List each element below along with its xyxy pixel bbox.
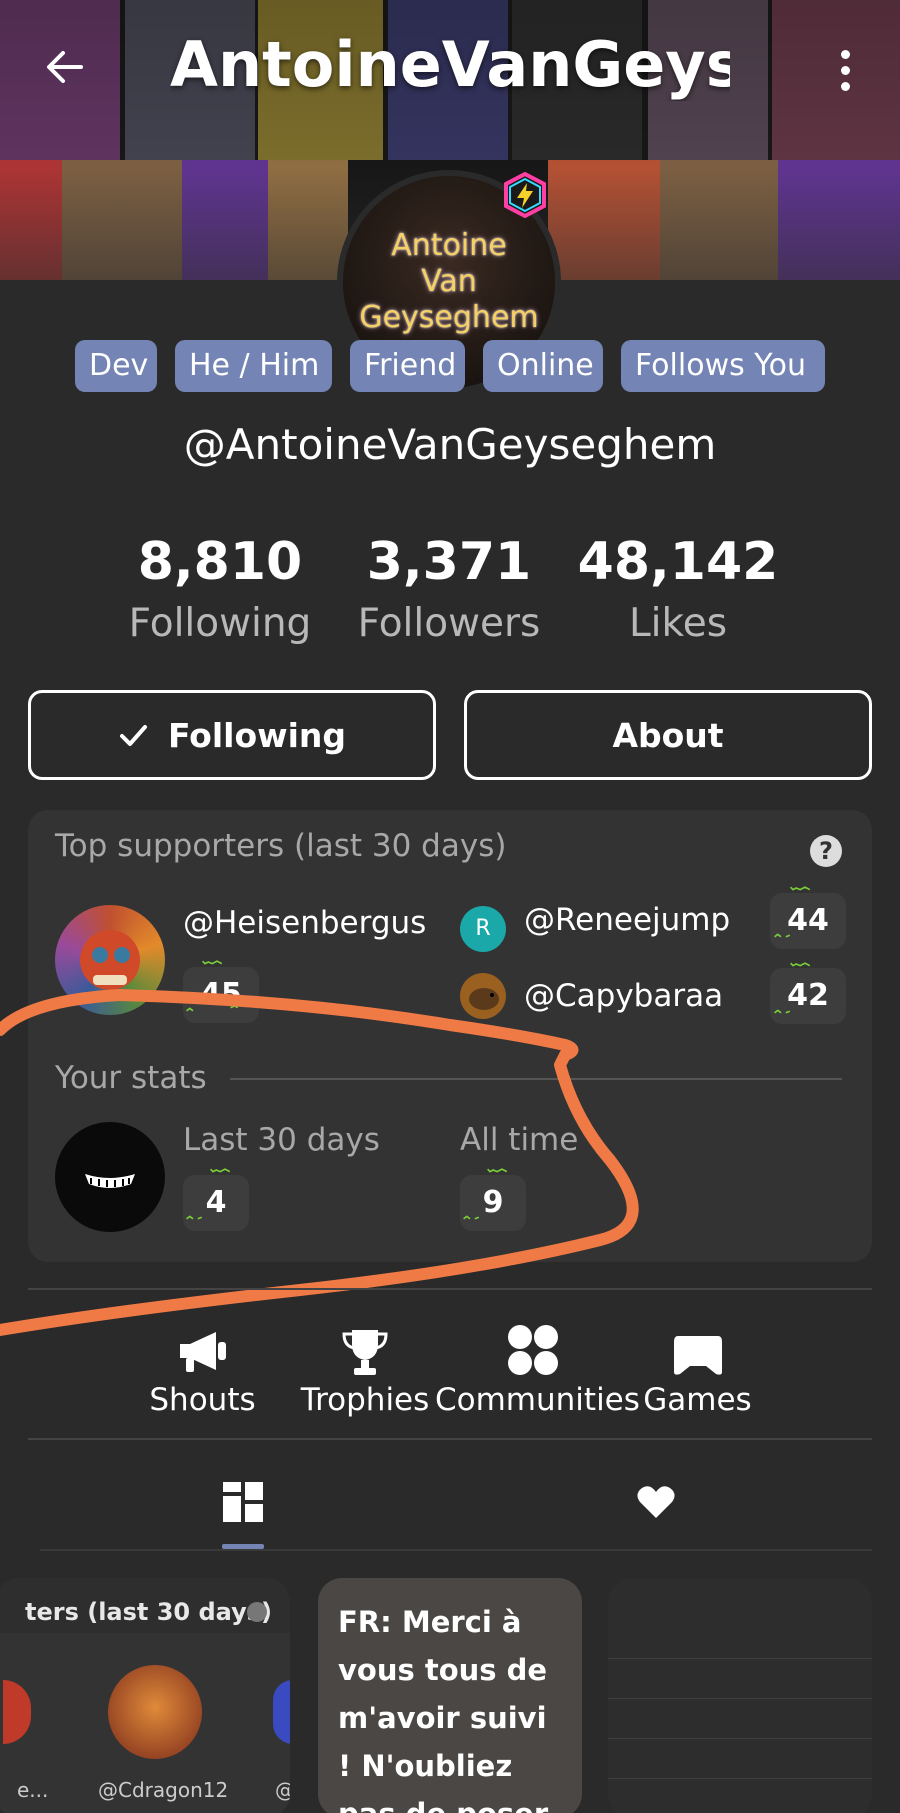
username-handle: @AntoineVanGeyseghem (183, 420, 717, 469)
heart-icon (637, 1486, 675, 1518)
divider (28, 1288, 872, 1290)
avatar[interactable] (55, 905, 165, 1015)
supporter-count: 44 (770, 893, 846, 949)
divider (28, 1438, 872, 1440)
nav-label: Trophies (300, 1382, 430, 1418)
supporter-name[interactable]: @Capybaraa (524, 978, 723, 1014)
all-time-label: All time (460, 1122, 579, 1158)
avatar-text-line: Antoine (391, 228, 507, 263)
avatar (273, 1680, 290, 1744)
divider (40, 1549, 872, 1551)
tag-pronouns: He / Him (175, 340, 332, 392)
grid-icon (223, 1482, 263, 1522)
avatar-text-line: Geyseghem (359, 300, 539, 335)
help-icon (247, 1602, 267, 1622)
your-stats-heading: Your stats (55, 1060, 207, 1096)
trophy-icon (342, 1330, 388, 1375)
nav-games[interactable]: Games (640, 1318, 755, 1422)
post-card[interactable] (608, 1578, 872, 1813)
nav-label: Communities (435, 1382, 640, 1418)
last-30-days-label: Last 30 days (183, 1122, 380, 1158)
post-card[interactable]: FR: Merci à vous tous de m'avoir suivi !… (318, 1578, 582, 1813)
supporter-count: 42 (770, 968, 846, 1024)
hexagon-bolt-icon[interactable] (502, 172, 548, 218)
last-30-days-value: 4 (183, 1175, 249, 1231)
nav-communities[interactable]: Communities (435, 1318, 640, 1422)
avatar[interactable]: R (460, 906, 506, 952)
supporter-name: @ (275, 1778, 290, 1802)
gamepad-icon (673, 1336, 722, 1375)
profile-tags: Dev He / Him Friend Online Follows You (75, 340, 825, 394)
arrow-left-icon (47, 51, 83, 83)
all-time-value: 9 (460, 1175, 526, 1231)
stat-label: Likes (628, 601, 728, 646)
stat-followers[interactable]: 3,371 Followers (334, 530, 564, 654)
tag-dev: Dev (75, 340, 157, 392)
stat-likes[interactable]: 48,142 Likes (563, 530, 793, 654)
stat-value: 8,810 (137, 532, 303, 592)
page-title: AntoineVanGeysegh (170, 28, 730, 101)
tag-online: Online (483, 340, 603, 392)
supporters-card: Top supporters (last 30 days) ? @Heisenb… (28, 810, 872, 1262)
supporter-count: 45 (183, 967, 259, 1023)
supporter-name: @Cdragon12 (98, 1778, 229, 1802)
supporter-name[interactable]: @Reneejump (524, 902, 730, 938)
supporter-name: e... (17, 1778, 49, 1802)
supporter-name[interactable]: @Heisenbergus (183, 905, 426, 941)
nav-trophies[interactable]: Trophies (295, 1318, 435, 1422)
tag-follows-you: Follows You (621, 340, 825, 392)
tab-likes[interactable] (596, 1462, 716, 1542)
stat-label: Following (128, 601, 312, 646)
nav-shouts[interactable]: Shouts (140, 1318, 265, 1422)
stat-label: Followers (357, 601, 541, 646)
post-card[interactable]: ters (last 30 days) e... @Cdragon12 @ (0, 1578, 290, 1813)
top-bar: AntoineVanGeysegh (0, 0, 900, 130)
supporters-heading: Top supporters (last 30 days) (55, 828, 507, 864)
help-icon[interactable]: ? (810, 835, 842, 867)
avatar[interactable] (460, 973, 506, 1019)
check-icon (119, 725, 147, 746)
back-button[interactable] (40, 42, 90, 92)
stat-following[interactable]: 8,810 Following (105, 530, 335, 654)
nav-label: Games (643, 1382, 752, 1418)
stat-value: 48,142 (577, 532, 779, 592)
communities-icon (507, 1325, 558, 1375)
tag-friend: Friend (350, 340, 465, 392)
tab-posts-grid[interactable] (183, 1462, 303, 1542)
following-button-label: Following (167, 715, 347, 755)
more-vertical-icon (840, 49, 850, 59)
divider (230, 1078, 842, 1080)
about-button-label: About (612, 715, 724, 755)
stat-value: 3,371 (366, 532, 532, 592)
avatar[interactable] (55, 1122, 165, 1232)
following-button[interactable]: Following (28, 690, 436, 780)
post-text: FR: Merci à vous tous de m'avoir suivi !… (338, 1605, 548, 1813)
megaphone-icon (179, 1332, 226, 1372)
more-options-button[interactable] (825, 40, 865, 100)
nav-label: Shouts (149, 1382, 256, 1418)
avatar-text-line: Van (421, 264, 477, 299)
avatar (108, 1665, 202, 1759)
post-heading: ters (last 30 days) (25, 1598, 273, 1626)
about-button[interactable]: About (464, 690, 872, 780)
